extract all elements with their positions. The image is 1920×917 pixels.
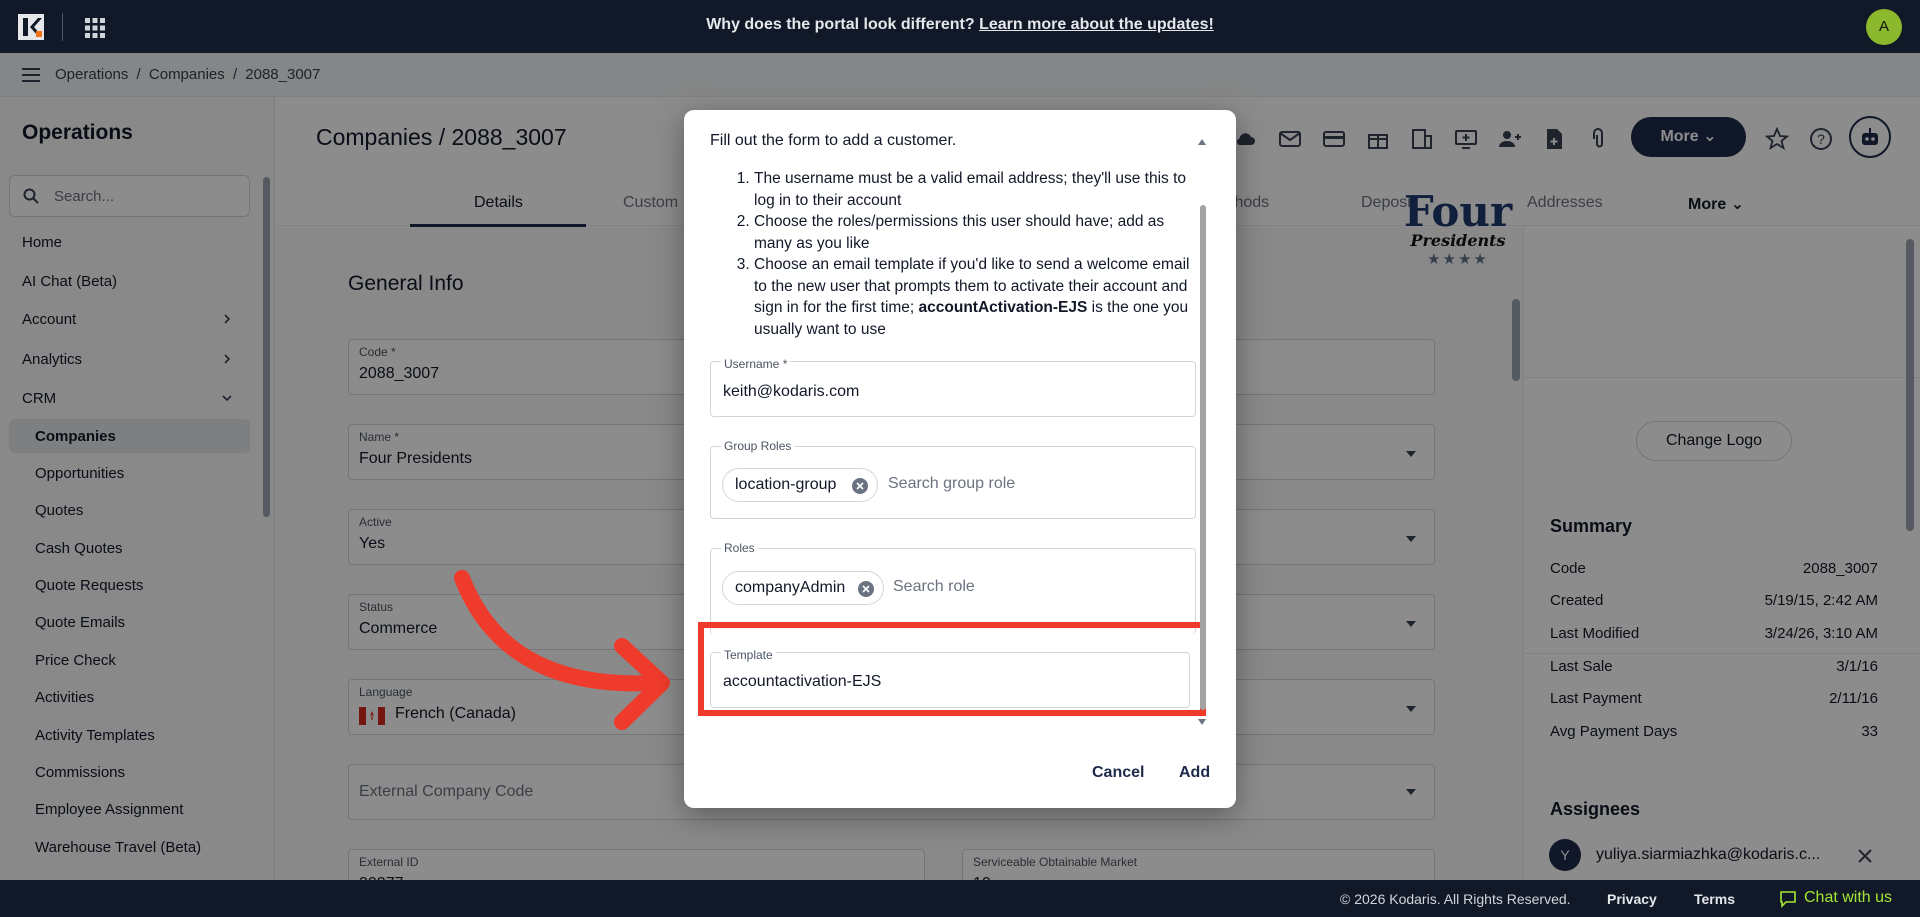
update-banner: Why does the portal look different? Lear… — [0, 16, 1920, 34]
dialog-intro: Fill out the form to add a customer. — [710, 132, 957, 149]
username-field[interactable]: Username * keith@kodaris.com — [710, 357, 1196, 417]
role-search-placeholder[interactable]: Search role — [893, 578, 975, 596]
instruction-item: The username must be a valid email addre… — [754, 168, 1190, 211]
username-label: Username * — [721, 357, 791, 371]
remove-chip-icon[interactable] — [858, 581, 874, 597]
terms-link[interactable]: Terms — [1694, 891, 1735, 907]
group-roles-field[interactable]: Group Roles location-group Search group … — [710, 439, 1196, 519]
group-role-search-placeholder[interactable]: Search group role — [888, 475, 1015, 493]
add-customer-dialog: Fill out the form to add a customer. The… — [684, 110, 1236, 808]
remove-chip-icon[interactable] — [852, 478, 868, 494]
annotation-highlight-box — [698, 622, 1206, 716]
annotation-arrow-icon — [454, 570, 670, 730]
top-bar: Why does the portal look different? Lear… — [0, 0, 1920, 53]
group-role-chip[interactable]: location-group — [722, 468, 878, 502]
privacy-link[interactable]: Privacy — [1607, 891, 1657, 907]
cancel-button[interactable]: Cancel — [1092, 764, 1144, 782]
banner-text: Why does the portal look different? — [706, 16, 975, 33]
add-button[interactable]: Add — [1179, 764, 1210, 782]
group-roles-label: Group Roles — [721, 439, 795, 453]
dialog-scrollbar[interactable] — [1200, 205, 1206, 710]
chip-label: companyAdmin — [735, 579, 846, 596]
username-value: keith@kodaris.com — [723, 383, 860, 400]
scroll-down-icon[interactable] — [1197, 718, 1207, 726]
instruction-item: Choose the roles/permissions this user s… — [754, 211, 1190, 254]
copyright: © 2026 Kodaris. All Rights Reserved. — [1340, 891, 1571, 907]
instructions-list: The username must be a valid email addre… — [710, 168, 1190, 340]
chat-button[interactable]: Chat with us — [1779, 889, 1893, 908]
chat-label: Chat with us — [1804, 889, 1893, 906]
chat-icon — [1780, 891, 1796, 908]
template-name: accountActivation-EJS — [918, 299, 1088, 316]
roles-label: Roles — [721, 541, 758, 555]
footer: © 2026 Kodaris. All Rights Reserved. Pri… — [0, 880, 1920, 917]
scroll-up-icon[interactable] — [1197, 138, 1207, 146]
instruction-item: Choose an email template if you'd like t… — [754, 254, 1190, 340]
user-avatar[interactable]: A — [1866, 9, 1902, 45]
role-chip[interactable]: companyAdmin — [722, 571, 884, 605]
banner-link[interactable]: Learn more about the updates! — [979, 16, 1214, 33]
chip-label: location-group — [735, 476, 837, 493]
